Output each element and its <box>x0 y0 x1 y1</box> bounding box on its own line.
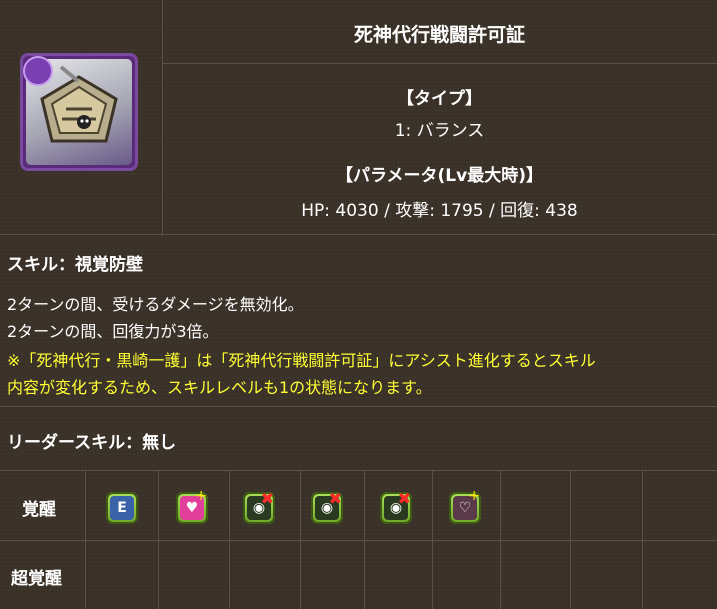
divider <box>642 470 643 609</box>
divider <box>432 470 433 609</box>
blind-resist-icon[interactable]: ◉ ✖ <box>311 489 343 524</box>
divider <box>364 470 365 609</box>
divider <box>300 470 301 609</box>
param-heading: 【パラメータ(Lv最大時)】 <box>336 166 543 186</box>
dark-attribute-icon <box>23 56 53 86</box>
awakening-label: 覚醒 <box>22 500 56 520</box>
heart-plus-icon[interactable]: ♥ + <box>176 488 208 524</box>
divider <box>229 470 230 609</box>
leader-skill-title: リーダースキル：無し <box>7 433 177 453</box>
super-awakening-label: 超覚醒 <box>11 569 62 589</box>
card-portrait <box>20 53 138 171</box>
x-icon: ✖ <box>328 489 342 508</box>
type-heading: 【タイプ】 <box>397 89 482 109</box>
skill-title: スキル：視覚防壁 <box>7 255 143 275</box>
skill-desc-line: 2ターンの間、受けるダメージを無効化。 <box>7 295 304 314</box>
param-value: HP: 4030 / 攻撃: 1795 / 回復: 438 <box>301 201 578 221</box>
heal-plus-icon[interactable]: ♡ + <box>449 488 481 524</box>
skill-note-line: 内容が変化するため、スキルレベルも1の状態になります。 <box>7 378 432 397</box>
divider <box>85 470 86 609</box>
blind-resist-icon[interactable]: ◉ ✖ <box>380 489 412 524</box>
skill-desc-line: 2ターンの間、回復力が3倍。 <box>7 322 219 341</box>
card-name: 死神代行戦闘許可証 <box>353 24 525 46</box>
skill-note-line: ※「死神代行・黒崎一護」は「死神代行戦闘許可証」にアシスト進化するとスキル <box>7 351 596 370</box>
plus-icon: + <box>195 488 207 504</box>
divider <box>0 406 717 407</box>
x-icon: ✖ <box>397 489 411 508</box>
skill-boost-icon[interactable]: E <box>106 492 138 524</box>
plus-icon: + <box>468 488 480 504</box>
divider <box>158 470 159 609</box>
divider <box>0 540 717 541</box>
divider <box>500 470 501 609</box>
divider <box>0 470 717 471</box>
divider <box>162 63 717 64</box>
divider <box>0 234 717 235</box>
x-icon: ✖ <box>260 489 274 508</box>
type-value: 1: バランス <box>394 121 485 141</box>
blind-resist-icon[interactable]: ◉ ✖ <box>243 489 275 524</box>
divider <box>570 470 571 609</box>
